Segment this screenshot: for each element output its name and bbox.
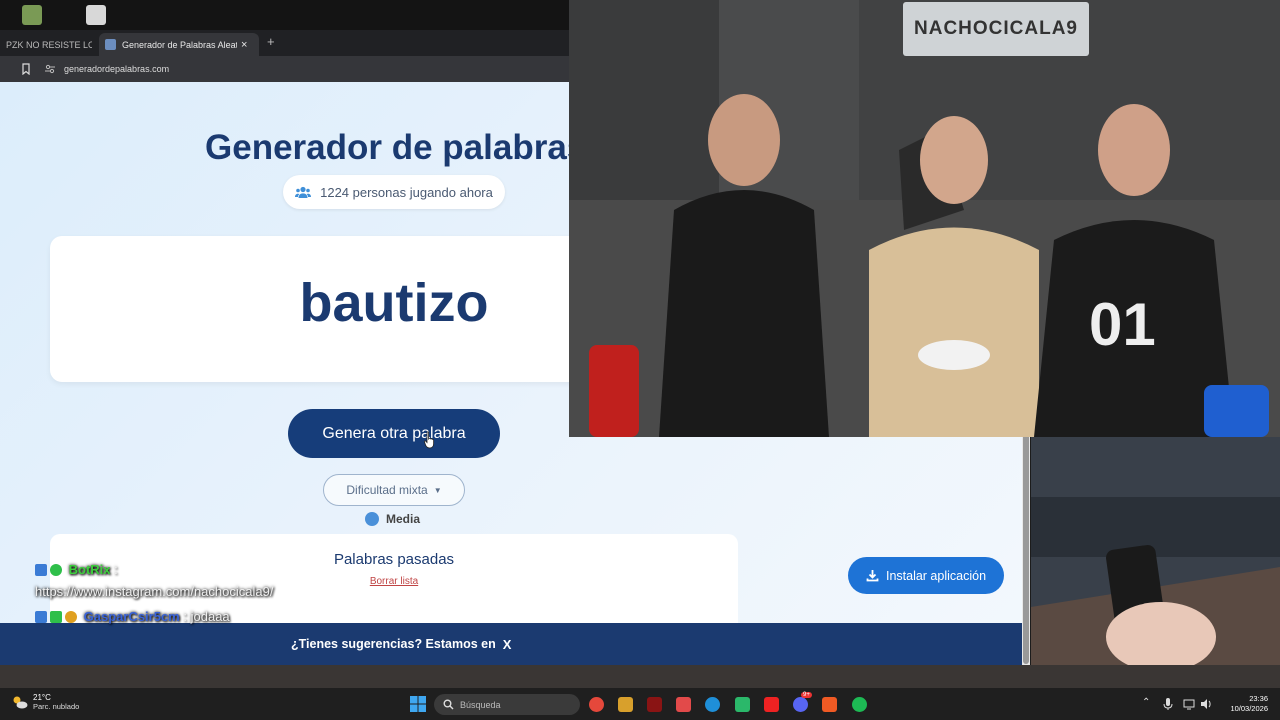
network-icon[interactable] [1183, 698, 1195, 710]
microphone-icon[interactable] [1163, 697, 1173, 711]
browser-tab-bar: PZK NO RESISTE LOS CH Generador de Palab… [0, 30, 570, 56]
footer-text: ¿Tienes sugerencias? Estamos en [291, 637, 496, 651]
secondary-scene-image [1031, 437, 1280, 665]
chat-message: GasparCsir5cm : jodaaa [35, 609, 230, 624]
clock-time: 23:36 [1249, 694, 1268, 703]
mouse-cursor-icon [424, 431, 434, 449]
clock-date: 10/03/2026 [1230, 704, 1268, 713]
spotify-icon[interactable] [852, 697, 867, 712]
weather-condition: Parc. nublado [33, 702, 80, 711]
new-tab-button[interactable]: + [267, 34, 275, 49]
file-explorer-icon[interactable] [618, 697, 633, 712]
roblox-icon[interactable] [86, 5, 106, 25]
generate-word-button[interactable]: Genera otra palabra [288, 409, 500, 458]
gifter-badge-icon [65, 611, 77, 623]
scrollbar-thumb[interactable] [1023, 434, 1029, 664]
chevron-up-icon[interactable]: ⌃ [1142, 697, 1150, 708]
difficulty-select[interactable]: Dificultad mixta ▼ [323, 474, 465, 506]
difficulty-label: Media [386, 512, 421, 526]
chat-username: BotRix [68, 562, 111, 577]
taskbar-search-input[interactable]: Búsqueda [434, 694, 580, 715]
chat-message: BotRix : [35, 562, 118, 577]
address-bar: generadordepalabras.com [0, 56, 570, 82]
download-icon [866, 570, 879, 582]
volume-icon[interactable] [1200, 698, 1212, 710]
chat-separator: : [114, 562, 118, 577]
close-tab-icon[interactable]: × [241, 39, 247, 51]
weather-temperature: 21°C [33, 693, 51, 702]
webcam-scene-image: 01 [569, 0, 1280, 437]
secondary-webcam-feed [1031, 437, 1280, 665]
search-icon [443, 699, 454, 710]
caret-down-icon: ▼ [433, 485, 442, 495]
webcam-feed: 01 NACHOCICALA9 [569, 0, 1280, 437]
taskbar-clock[interactable]: 23:36 10/03/2026 [1214, 694, 1268, 714]
chrome-icon[interactable] [589, 697, 604, 712]
weather-widget[interactable]: 21°C Parc. nublado [12, 693, 79, 711]
windows-start-icon[interactable] [410, 696, 426, 712]
edge-icon[interactable] [705, 697, 720, 712]
difficulty-select-value: Dificultad mixta [346, 483, 428, 497]
svg-text:01: 01 [1089, 291, 1156, 358]
tab-label: Generador de Palabras Aleatorias [122, 39, 237, 50]
moderator-badge-icon [35, 611, 47, 623]
wall-sign: NACHOCICALA9 [903, 2, 1089, 56]
chat-text: jodaaa [190, 609, 230, 624]
difficulty-indicator: Media [365, 512, 420, 526]
url-input[interactable]: generadordepalabras.com [64, 64, 169, 74]
players-online-text: 1224 personas jugando ahora [320, 184, 493, 200]
search-placeholder: Búsqueda [460, 699, 501, 710]
desktop-app-icon[interactable] [22, 5, 42, 25]
bookmark-icon[interactable] [20, 63, 32, 75]
taskbar [0, 688, 1280, 720]
chat-username: GasparCsir5cm [83, 609, 180, 624]
subscriber-badge-icon [50, 611, 62, 623]
users-icon [295, 186, 312, 198]
discord-icon[interactable] [793, 697, 808, 712]
youtube-icon[interactable] [764, 697, 779, 712]
page-title: Generador de palabras [205, 128, 587, 167]
site-favicon-icon [105, 39, 116, 50]
mail-icon[interactable] [676, 697, 691, 712]
partly-cloudy-icon [13, 696, 28, 709]
discord-notification-badge: 9+ [801, 692, 812, 698]
x-social-link[interactable]: X [503, 637, 512, 652]
brain-icon [365, 512, 379, 526]
suggestions-footer: ¿Tienes sugerencias? Estamos en X [0, 623, 1022, 665]
background-strip [0, 665, 1280, 688]
chat-separator: : [183, 609, 187, 624]
store-icon[interactable] [735, 697, 750, 712]
desktop-strip [0, 0, 570, 30]
brave-icon[interactable] [822, 697, 837, 712]
install-app-button[interactable]: Instalar aplicación [848, 557, 1004, 594]
tab-word-generator[interactable]: Generador de Palabras Aleatorias × [99, 33, 259, 56]
moderator-badge-icon [35, 564, 47, 576]
tab-stream[interactable]: PZK NO RESISTE LOS CH [0, 33, 92, 56]
chat-message: https://www.instagram.com/nachocicala9/ [35, 584, 273, 599]
tab-label: PZK NO RESISTE LOS CH [6, 39, 92, 50]
app-icon[interactable] [647, 697, 662, 712]
players-online-badge: 1224 personas jugando ahora [283, 175, 505, 209]
site-info-icon[interactable] [44, 63, 56, 75]
verified-badge-icon [50, 564, 62, 576]
install-app-label: Instalar aplicación [885, 568, 987, 583]
past-words-title: Palabras pasadas [333, 551, 455, 568]
chat-text: https://www.instagram.com/nachocicala9/ [35, 584, 274, 599]
